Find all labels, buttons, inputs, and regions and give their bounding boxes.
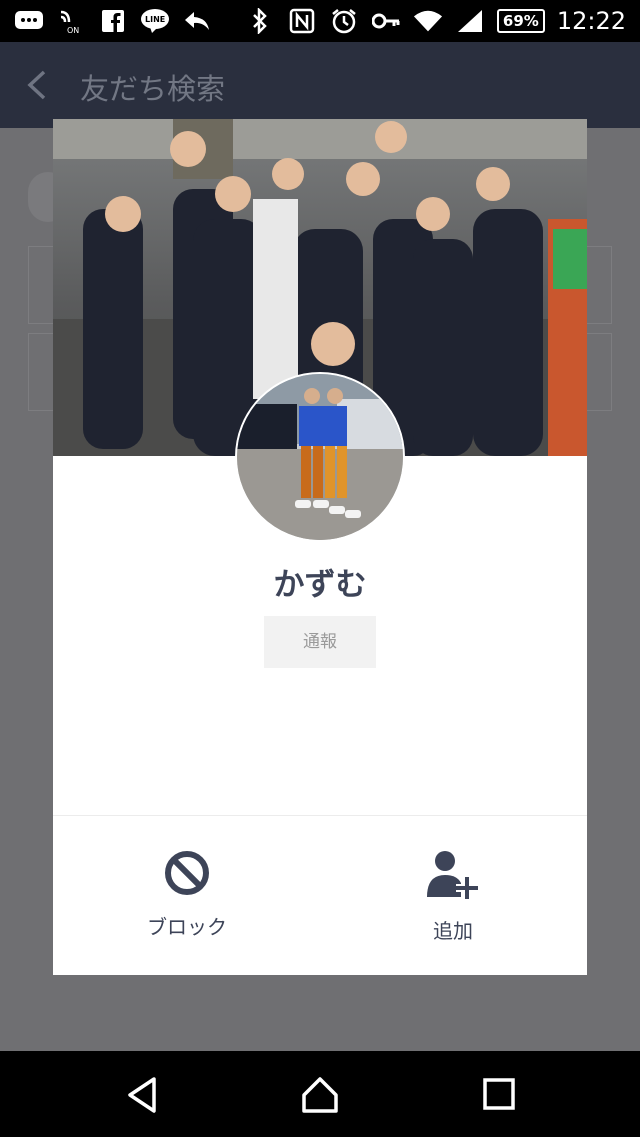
profile-name: かずむ xyxy=(273,567,367,603)
divider xyxy=(53,815,587,816)
nfc-icon xyxy=(287,8,317,34)
alarm-icon xyxy=(329,8,359,34)
add-friend-icon xyxy=(368,849,538,905)
svg-text:ON: ON xyxy=(67,26,79,34)
back-arrow-icon[interactable] xyxy=(22,66,52,104)
block-icon xyxy=(102,849,272,901)
reply-icon xyxy=(182,8,212,34)
add-friend-label: 追加 xyxy=(433,919,473,943)
block-label: ブロック xyxy=(147,915,227,939)
profile-avatar[interactable] xyxy=(235,372,405,542)
home-icon[interactable] xyxy=(300,1075,340,1115)
bluetooth-icon xyxy=(245,8,275,34)
messages-icon xyxy=(14,8,44,34)
signal-icon xyxy=(455,8,485,34)
app-header: 友だち検索 xyxy=(0,42,640,128)
wifi-icon xyxy=(413,8,443,34)
nfc-on-icon: ON xyxy=(56,8,86,34)
facebook-icon xyxy=(98,8,128,34)
status-bar-left: ON LINE xyxy=(14,7,212,35)
page-title: 友だち検索 xyxy=(80,72,226,106)
block-button[interactable]: ブロック xyxy=(102,849,272,949)
add-friend-button[interactable]: 追加 xyxy=(368,849,538,949)
key-icon xyxy=(371,8,401,34)
profile-dialog: かずむ 通報 ブロック 追加 xyxy=(53,119,587,975)
line-icon: LINE xyxy=(140,8,170,34)
battery-indicator: 69% xyxy=(496,9,545,33)
back-icon[interactable] xyxy=(124,1075,164,1115)
recents-icon[interactable] xyxy=(480,1075,520,1115)
status-bar: ON LINE 69% 12:22 xyxy=(0,0,640,42)
clock: 12:22 xyxy=(556,7,626,35)
status-bar-right: 69% 12:22 xyxy=(245,7,626,35)
svg-text:LINE: LINE xyxy=(145,15,165,24)
navigation-bar xyxy=(0,1051,640,1137)
report-button[interactable]: 通報 xyxy=(264,616,376,668)
